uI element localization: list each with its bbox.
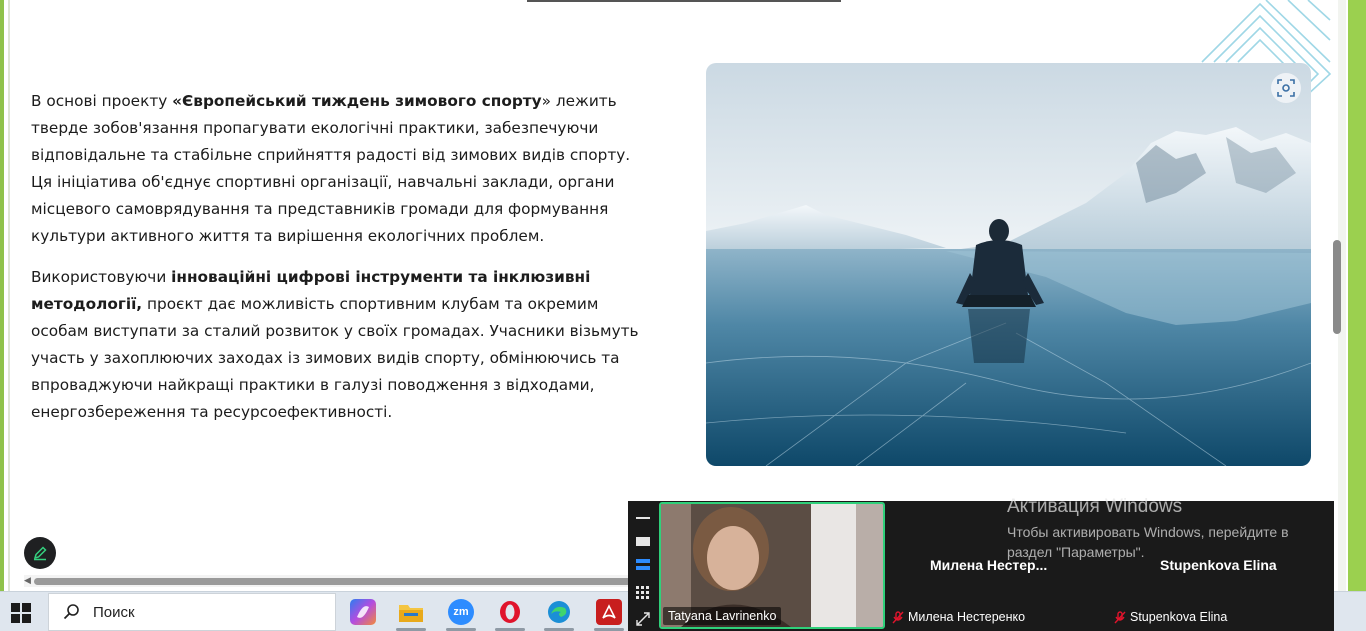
windows-start-icon[interactable] [10, 602, 32, 624]
file-explorer-icon[interactable] [398, 599, 424, 625]
copilot-icon[interactable] [350, 599, 376, 625]
participant-name-milena: Милена Нестеренко [908, 610, 1026, 624]
participant-label-elina[interactable]: Stupenkova Elina [1109, 608, 1232, 626]
article-text: В основі проекту «Європейський тиждень з… [31, 88, 641, 440]
right-accent-stripe [1348, 0, 1366, 591]
participant-name-elina: Stupenkova Elina [1130, 610, 1228, 624]
p2-text-end: проєкт дає можливість спортивним клубам … [31, 295, 639, 421]
left-accent-stripe [0, 0, 10, 591]
acrobat-icon[interactable] [596, 599, 622, 625]
photo-zoom-button[interactable] [1271, 73, 1301, 103]
winter-lake-photo [706, 63, 1311, 466]
minimize-icon[interactable] [636, 517, 650, 519]
horizontal-scrollbar-thumb[interactable] [34, 578, 634, 585]
search-placeholder: Поиск [93, 603, 135, 621]
expand-icon[interactable] [636, 611, 650, 626]
edge-icon[interactable] [546, 599, 572, 625]
vertical-scrollbar-thumb[interactable] [1333, 240, 1341, 334]
screen: В основі проекту «Європейський тиждень з… [0, 0, 1366, 631]
gallery-view-icon[interactable] [636, 585, 650, 599]
photo-illustration [706, 63, 1311, 466]
single-view-icon[interactable] [636, 537, 650, 546]
mic-muted-icon [1114, 611, 1126, 624]
pencil-icon [33, 546, 47, 561]
windows-activation-watermark: Активация Windows Чтобы активировать Win… [1007, 496, 1327, 562]
edit-button[interactable] [24, 537, 56, 569]
activation-body: Чтобы активировать Windows, перейдите в … [1007, 524, 1289, 560]
p1-project-name: «Європейський тиждень зимового спорту [172, 92, 542, 110]
participant-name-self: Tatyana Lavrinenko [663, 607, 782, 625]
scroll-left-arrow-icon[interactable]: ◀ [24, 576, 31, 586]
article-paragraph-1: В основі проекту «Європейський тиждень з… [31, 88, 641, 250]
taskbar-search-box[interactable]: Поиск [48, 593, 336, 631]
article-paragraph-2: Використовуючи інноваційні цифрові інстр… [31, 264, 641, 426]
participant-video-tile-self[interactable]: Tatyana Lavrinenko [659, 502, 885, 629]
search-icon [63, 604, 79, 620]
top-divider [527, 0, 841, 2]
p1-text-start: В основі проекту [31, 92, 173, 110]
strip-view-icon[interactable] [636, 559, 650, 570]
zoom-icon-label: zm [453, 606, 469, 618]
mic-muted-icon [892, 611, 904, 624]
p2-text-start: Використовуючи [31, 268, 172, 286]
zoom-focus-icon [1277, 79, 1295, 97]
activation-title: Активация Windows [1007, 496, 1183, 517]
opera-icon[interactable] [497, 599, 523, 625]
participant-label-milena[interactable]: Милена Нестеренко [887, 608, 1030, 626]
zoom-panel-controls [628, 501, 658, 631]
zoom-icon[interactable]: zm [448, 599, 474, 625]
p1-text-end: » лежить тверде зобов'язання пропагувати… [31, 92, 631, 245]
